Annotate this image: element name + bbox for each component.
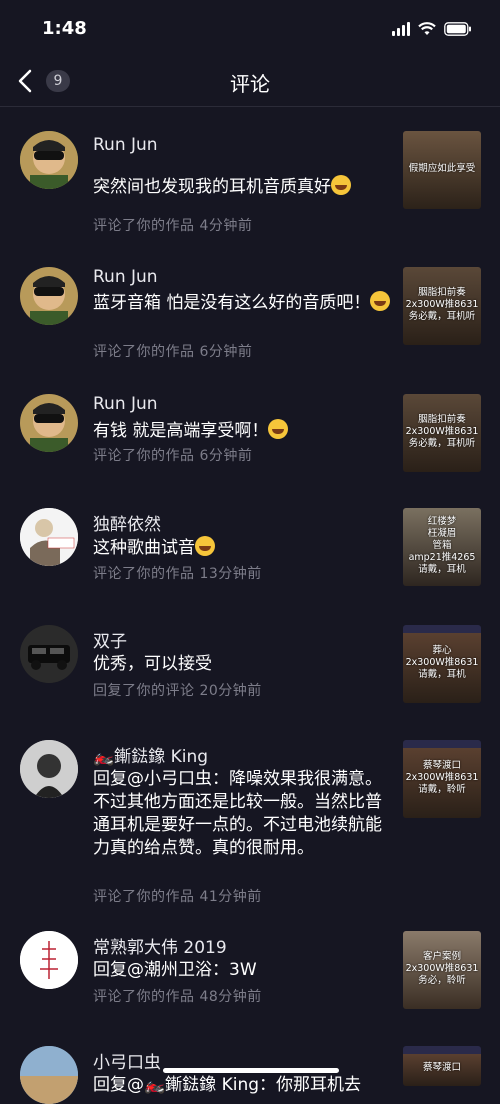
video-thumbnail[interactable]: 胭脂扣前奏 2x300W推8631 务必戴，耳机听: [403, 394, 481, 472]
home-indicator: [163, 1068, 339, 1073]
thumbnail-caption: 胭脂扣前奏 2x300W推8631 务必戴，耳机听: [405, 287, 479, 322]
comment-meta: 评论了你的作品 41分钟前: [93, 889, 262, 905]
comment-author[interactable]: Run Jun: [93, 135, 158, 155]
status-bar: 1:48: [0, 0, 500, 56]
thumbnail-caption: 假期应如此享受: [408, 163, 476, 174]
laugh-emoji-icon: [331, 175, 351, 195]
comment-author[interactable]: 双子: [93, 627, 127, 652]
list-item[interactable]: 独醉依然 这种歌曲试音 评论了你的作品 13分钟前 红楼梦 枉凝眉 管箱 amp…: [0, 508, 500, 603]
list-item[interactable]: 常熟郭大伟 2019 回复@潮州卫浴：3W 评论了你的作品 48分钟前 客户案例…: [0, 931, 500, 1031]
thumbnail-caption: 红楼梦 枉凝眉 管箱 amp21推4265 请戴，耳机: [408, 516, 476, 575]
comment-text: 突然间也发现我的耳机音质真好: [93, 175, 393, 199]
wifi-icon: [418, 22, 436, 36]
avatar[interactable]: [20, 267, 78, 325]
nav-bar: 9 评论: [0, 56, 500, 107]
video-thumbnail[interactable]: 红楼梦 枉凝眉 管箱 amp21推4265 请戴，耳机: [403, 508, 481, 586]
list-item[interactable]: Run Jun 蓝牙音箱 怕是没有这么好的音质吧！ 评论了你的作品 6分钟前 胭…: [0, 267, 500, 377]
comment-text: 优秀，可以接受: [93, 654, 212, 674]
comment-text: 回复@小弓口虫：降噪效果我很满意。不过其他方面还是比较一般。当然比普通耳机是要好…: [93, 769, 382, 858]
list-item[interactable]: 小弓口虫 回复@🏍️鏩鍅鐌 King：你那耳机去 蔡琴渡口: [0, 1046, 500, 1104]
comment-text: 这种歌曲试音: [93, 536, 393, 560]
list-item[interactable]: Run Jun 突然间也发现我的耳机音质真好 评论了你的作品 4分钟前 假期应如…: [0, 131, 500, 251]
thumbnail-caption: 胭脂扣前奏 2x300W推8631 务必戴，耳机听: [405, 414, 479, 449]
comment-meta: 回复了你的评论 20分钟前: [93, 683, 262, 699]
video-thumbnail[interactable]: 胭脂扣前奏 2x300W推8631 务必戴，耳机听: [403, 267, 481, 345]
comment-text: 回复@潮州卫浴：3W: [93, 960, 257, 980]
status-icons: [392, 22, 472, 36]
thumbnail-caption: 葬心 2x300W推8631 请戴，耳机: [405, 645, 479, 680]
comment-text: 回复@🏍️鏩鍅鐌 King：你那耳机去: [93, 1075, 362, 1095]
list-item[interactable]: 双子 优秀，可以接受 回复了你的评论 20分钟前 葬心 2x300W推8631 …: [0, 625, 500, 720]
thumbnail-caption: 蔡琴渡口 2x300W推8631 请戴，聆听: [405, 760, 479, 795]
laugh-emoji-icon: [268, 419, 289, 439]
avatar[interactable]: [20, 1046, 78, 1104]
avatar[interactable]: [20, 394, 78, 452]
video-thumbnail[interactable]: 蔡琴渡口 2x300W推8631 请戴，聆听: [403, 740, 481, 818]
comment-text: 蓝牙音箱 怕是没有这么好的音质吧！: [93, 291, 393, 315]
list-item[interactable]: Run Jun 有钱 就是高端享受啊！ 评论了你的作品 6分钟前 胭脂扣前奏 2…: [0, 394, 500, 489]
video-thumbnail[interactable]: 客户案例 2x300W推8631 务必，聆听: [403, 931, 481, 1009]
laugh-emoji-icon: [195, 536, 215, 556]
comment-author[interactable]: Run Jun: [93, 394, 158, 414]
avatar[interactable]: [20, 931, 78, 989]
comment-meta: 评论了你的作品 4分钟前: [93, 218, 253, 234]
video-thumbnail[interactable]: 假期应如此享受: [403, 131, 481, 209]
battery-icon: [444, 22, 472, 36]
comment-author[interactable]: 独醉依然: [93, 510, 161, 535]
avatar[interactable]: [20, 131, 78, 189]
list-item[interactable]: 🏍️鏩鍅鐌 King 回复@小弓口虫：降噪效果我很满意。不过其他方面还是比较一般…: [0, 740, 500, 910]
comment-meta: 评论了你的作品 6分钟前: [93, 448, 253, 464]
video-thumbnail[interactable]: 葬心 2x300W推8631 请戴，耳机: [403, 625, 481, 703]
status-time: 1:48: [42, 18, 87, 39]
comment-meta: 评论了你的作品 13分钟前: [93, 566, 262, 582]
page-title: 评论: [230, 72, 270, 96]
comment-author[interactable]: Run Jun: [93, 267, 158, 287]
comment-meta: 评论了你的作品 48分钟前: [93, 989, 262, 1005]
signal-icon: [392, 22, 410, 36]
comment-author[interactable]: 🏍️鏩鍅鐌 King: [93, 742, 208, 767]
avatar[interactable]: [20, 625, 78, 683]
laugh-emoji-icon: [370, 291, 391, 311]
avatar[interactable]: [20, 508, 78, 566]
comment-meta: 评论了你的作品 6分钟前: [93, 344, 253, 360]
thumbnail-caption: 蔡琴渡口: [422, 1062, 461, 1073]
comment-text: 有钱 就是高端享受啊！: [93, 419, 393, 443]
comment-author[interactable]: 常熟郭大伟 2019: [93, 933, 227, 958]
avatar[interactable]: [20, 740, 78, 798]
comment-author[interactable]: 小弓口虫: [93, 1048, 161, 1073]
thumbnail-caption: 客户案例 2x300W推8631 务必，聆听: [405, 951, 479, 986]
video-thumbnail[interactable]: 蔡琴渡口: [403, 1046, 481, 1086]
